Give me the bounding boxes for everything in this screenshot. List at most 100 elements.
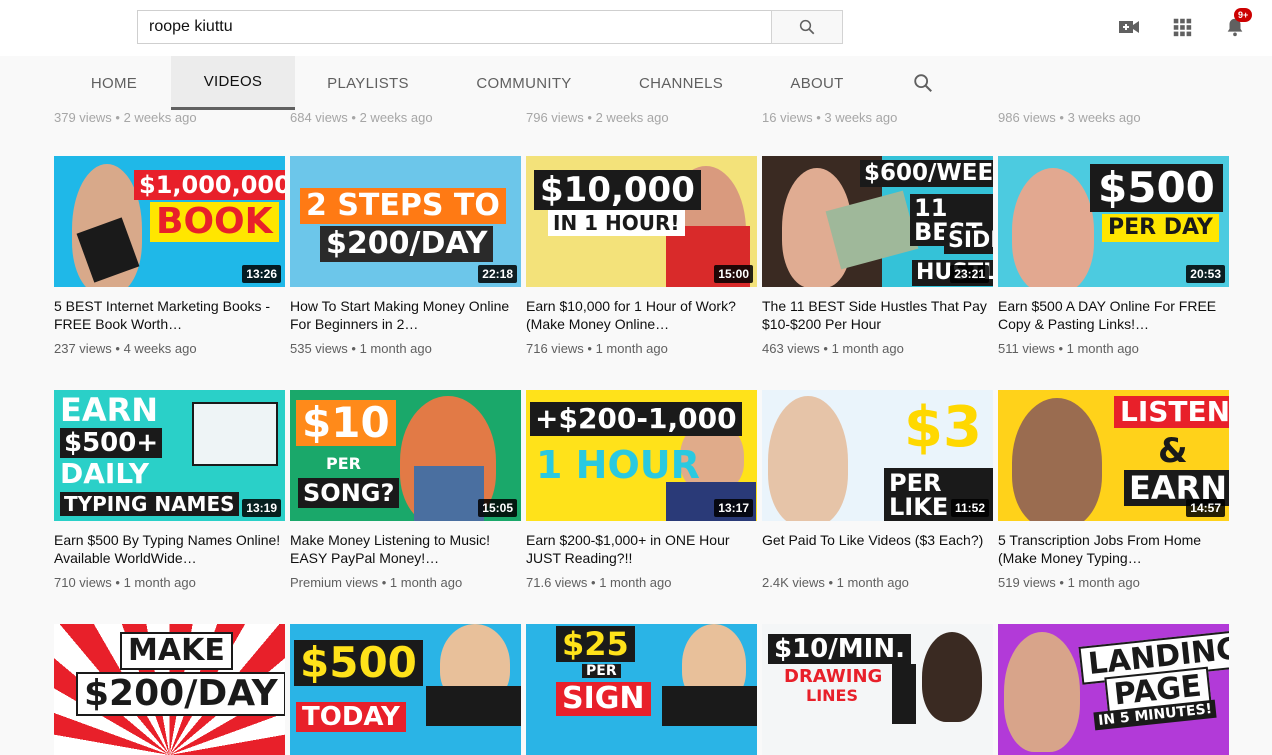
- video-card[interactable]: $500 TODAY: [290, 624, 521, 755]
- video-duration: 11:52: [950, 499, 989, 517]
- thumbnail-text: TYPING NAMES: [60, 492, 239, 516]
- tab-about[interactable]: ABOUT: [778, 56, 856, 110]
- video-title[interactable]: Earn $10,000 for 1 Hour of Work? (Make M…: [526, 297, 757, 333]
- phone-image: [892, 664, 916, 724]
- video-thumbnail[interactable]: 2 STEPS TO $200/DAY 22:18: [290, 156, 521, 287]
- thumbnail-text: $500+: [60, 428, 163, 458]
- video-thumbnail[interactable]: $1,000,000 BOOK 13:26: [54, 156, 285, 287]
- tab-playlists[interactable]: PLAYLISTS: [312, 56, 424, 110]
- video-duration: 14:57: [1186, 499, 1225, 517]
- video-meta: 71.6 views • 1 month ago: [526, 575, 672, 590]
- video-title[interactable]: How To Start Making Money Online For Beg…: [290, 297, 521, 333]
- create-video-button[interactable]: [1116, 14, 1142, 40]
- video-thumbnail[interactable]: +$200-1,000 1 HOUR 13:17: [526, 390, 757, 521]
- notifications-button[interactable]: 9+: [1222, 8, 1253, 40]
- thumbnail-text: $25: [556, 626, 635, 662]
- thumbnail-text: $1,000,000: [134, 170, 285, 200]
- previous-row-meta: 379 views • 2 weeks ago 684 views • 2 we…: [0, 110, 1272, 132]
- video-thumbnail[interactable]: $25 PER SIGN: [526, 624, 757, 755]
- video-meta: Premium views • 1 month ago: [290, 575, 463, 590]
- thumbnail-text: SIDE: [944, 228, 993, 254]
- video-title[interactable]: The 11 BEST Side Hustles That Pay $10-$2…: [762, 297, 993, 333]
- search-icon: [914, 74, 932, 92]
- channel-search-button[interactable]: [912, 72, 936, 96]
- channel-tabs: HOME VIDEOS PLAYLISTS COMMUNITY CHANNELS…: [0, 56, 1272, 110]
- tab-community[interactable]: COMMUNITY: [462, 56, 586, 110]
- video-card[interactable]: $25 PER SIGN: [526, 624, 757, 755]
- video-title[interactable]: Earn $200-$1,000+ in ONE Hour JUST Readi…: [526, 531, 757, 567]
- video-card[interactable]: EARN $500+ DAILY TYPING NAMES 13:19 Earn…: [54, 390, 285, 590]
- thumbnail-text: BOOK: [150, 202, 279, 242]
- video-card[interactable]: $10/MIN. DRAWING LINES: [762, 624, 993, 755]
- video-thumbnail[interactable]: $10/MIN. DRAWING LINES: [762, 624, 993, 755]
- thumbnail-text: 2 STEPS TO: [300, 188, 506, 224]
- video-thumbnail[interactable]: $10 PER SONG? 15:05: [290, 390, 521, 521]
- video-meta: 796 views • 2 weeks ago: [526, 110, 669, 125]
- search-button[interactable]: [771, 10, 843, 44]
- thumbnail-text: $500: [1090, 164, 1223, 212]
- video-card[interactable]: $600/WEEK 11 BEST SIDE HUSTLES 23:21 The…: [762, 156, 993, 356]
- video-title[interactable]: Get Paid To Like Videos ($3 Each?): [762, 531, 993, 567]
- thumbnail-text: $200/DAY: [320, 226, 494, 262]
- tab-home[interactable]: HOME: [74, 56, 154, 110]
- thumbnail-text: MAKE: [120, 632, 233, 670]
- thumbnail-text: LINES: [806, 686, 858, 705]
- video-card[interactable]: LISTEN & EARN 14:57 5 Transcription Jobs…: [998, 390, 1229, 590]
- video-thumbnail[interactable]: LANDING PAGE IN 5 MINUTES!: [998, 624, 1229, 755]
- search-box[interactable]: [137, 10, 772, 44]
- person-image: [1012, 168, 1094, 287]
- video-meta: 710 views • 1 month ago: [54, 575, 196, 590]
- thumbnail-text: +$200-1,000: [530, 402, 742, 436]
- person-image: [922, 632, 982, 722]
- video-thumbnail[interactable]: LISTEN & EARN 14:57: [998, 390, 1229, 521]
- thumbnail-text: DRAWING: [784, 666, 883, 687]
- masthead: 9+: [0, 0, 1272, 56]
- video-card[interactable]: $3 PER LIKE 11:52 Get Paid To Like Video…: [762, 390, 993, 590]
- thumbnail-text: DAILY: [60, 457, 150, 490]
- person-image: [1004, 632, 1080, 752]
- video-thumbnail[interactable]: $600/WEEK 11 BEST SIDE HUSTLES 23:21: [762, 156, 993, 287]
- video-title[interactable]: Earn $500 A DAY Online For FREE Copy & P…: [998, 297, 1229, 333]
- video-card[interactable]: $10,000 IN 1 HOUR! 15:00 Earn $10,000 fo…: [526, 156, 757, 356]
- thumbnail-text: $10/MIN.: [768, 634, 911, 664]
- video-duration: 23:21: [950, 265, 989, 283]
- video-duration: 13:26: [242, 265, 281, 283]
- person-shirt: [662, 686, 757, 726]
- video-card[interactable]: LANDING PAGE IN 5 MINUTES!: [998, 624, 1229, 755]
- video-thumbnail[interactable]: $500 PER DAY 20:53: [998, 156, 1229, 287]
- video-duration: 15:05: [478, 499, 517, 517]
- apps-button[interactable]: [1169, 14, 1195, 40]
- video-title[interactable]: 5 Transcription Jobs From Home (Make Mon…: [998, 531, 1229, 567]
- search-input[interactable]: [138, 11, 772, 43]
- video-meta: 16 views • 3 weeks ago: [762, 110, 898, 125]
- video-thumbnail[interactable]: EARN $500+ DAILY TYPING NAMES 13:19: [54, 390, 285, 521]
- video-meta: 535 views • 1 month ago: [290, 341, 432, 356]
- video-title[interactable]: Earn $500 By Typing Names Online! Availa…: [54, 531, 285, 567]
- video-duration: 22:18: [478, 265, 517, 283]
- video-meta: 684 views • 2 weeks ago: [290, 110, 433, 125]
- tab-channels[interactable]: CHANNELS: [624, 56, 738, 110]
- video-card[interactable]: +$200-1,000 1 HOUR 13:17 Earn $200-$1,00…: [526, 390, 757, 590]
- video-title[interactable]: 5 BEST Internet Marketing Books - FREE B…: [54, 297, 285, 333]
- video-thumbnail[interactable]: MAKE $200/DAY: [54, 624, 285, 755]
- video-card[interactable]: MAKE $200/DAY: [54, 624, 285, 755]
- video-meta: 716 views • 1 month ago: [526, 341, 668, 356]
- person-image: [768, 396, 848, 521]
- video-card[interactable]: 2 STEPS TO $200/DAY 22:18 How To Start M…: [290, 156, 521, 356]
- video-card[interactable]: $500 PER DAY 20:53 Earn $500 A DAY Onlin…: [998, 156, 1229, 356]
- video-meta: 2.4K views • 1 month ago: [762, 575, 909, 590]
- video-duration: 20:53: [1186, 265, 1225, 283]
- video-thumbnail[interactable]: $10,000 IN 1 HOUR! 15:00: [526, 156, 757, 287]
- tab-videos[interactable]: VIDEOS: [171, 56, 295, 110]
- video-title[interactable]: Make Money Listening to Music! EASY PayP…: [290, 531, 521, 567]
- person-image: [1012, 398, 1102, 521]
- video-thumbnail[interactable]: $3 PER LIKE 11:52: [762, 390, 993, 521]
- person-shirt: [414, 466, 484, 521]
- video-card[interactable]: $10 PER SONG? 15:05 Make Money Listening…: [290, 390, 521, 590]
- video-meta: 463 views • 1 month ago: [762, 341, 904, 356]
- thumbnail-text: $600/WEEK: [860, 160, 993, 187]
- video-thumbnail[interactable]: $500 TODAY: [290, 624, 521, 755]
- person-shirt: [426, 686, 521, 726]
- video-card[interactable]: $1,000,000 BOOK 13:26 5 BEST Internet Ma…: [54, 156, 285, 356]
- video-camera-icon: [1119, 21, 1139, 33]
